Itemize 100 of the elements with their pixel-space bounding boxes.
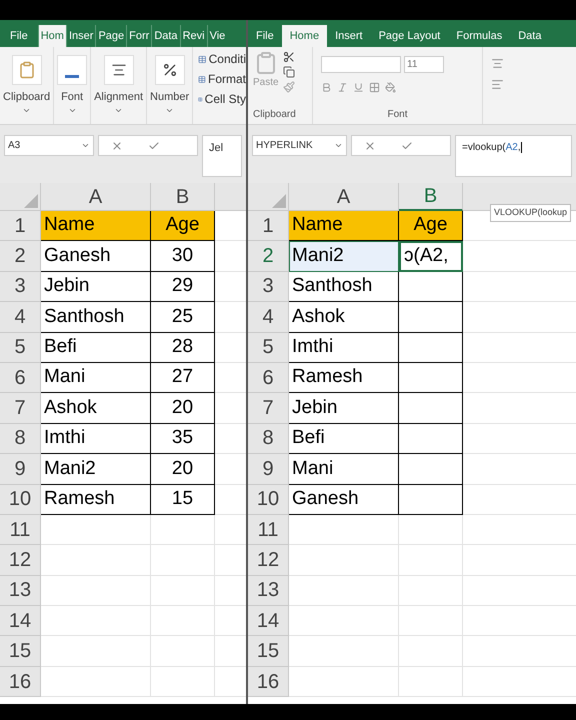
borders-icon[interactable]	[369, 82, 380, 93]
percent-icon[interactable]	[154, 55, 185, 85]
fill-color-icon[interactable]	[385, 82, 396, 93]
underline-icon[interactable]	[353, 82, 364, 93]
ribbon-tab[interactable]: File	[248, 25, 282, 47]
scissors-icon[interactable]	[282, 51, 295, 63]
table-cell: 28	[151, 332, 215, 363]
row-header[interactable]: 10	[0, 484, 41, 515]
align-icon[interactable]	[491, 78, 504, 91]
row-header[interactable]: 2	[248, 241, 289, 272]
table-cell: Imthi	[289, 332, 399, 363]
row-header[interactable]: 10	[248, 484, 289, 515]
style-command[interactable]: Cell Sty	[204, 90, 246, 108]
italic-icon[interactable]	[337, 82, 348, 93]
row-header[interactable]: 8	[248, 424, 289, 454]
empty-cell	[399, 576, 463, 606]
enter-icon[interactable]	[400, 140, 413, 152]
group-label[interactable]: Font	[61, 89, 84, 106]
row-header[interactable]: 7	[0, 393, 41, 424]
corner-triangle-icon[interactable]	[24, 194, 38, 208]
row-header[interactable]: 7	[248, 393, 289, 424]
ribbon-tab[interactable]: Formulas	[448, 25, 510, 47]
column-header[interactable]: B	[399, 183, 463, 211]
row-header[interactable]: 12	[0, 545, 41, 576]
font-name-field[interactable]	[321, 56, 401, 73]
select-all-corner[interactable]	[0, 183, 41, 211]
table-cell: Jebin	[41, 272, 151, 302]
row-header[interactable]: 14	[248, 606, 289, 636]
empty-cell	[151, 545, 215, 576]
table-cell: 29	[151, 272, 215, 302]
row-header[interactable]: 11	[0, 514, 41, 546]
name-box[interactable]: A3	[4, 135, 94, 156]
row-header[interactable]: 5	[248, 332, 289, 363]
table-cell: Mani2	[41, 454, 151, 485]
empty-cell	[151, 606, 215, 636]
table-cell: Name	[289, 211, 399, 242]
style-command[interactable]: Format	[208, 70, 246, 88]
formula-field[interactable]: Jel	[202, 135, 242, 177]
row-header[interactable]: 5	[0, 332, 41, 363]
align-icon[interactable]	[104, 55, 134, 85]
table-cell: Befi	[289, 424, 399, 454]
ribbon-tab[interactable]: Data	[510, 25, 550, 47]
table-cell: 15	[151, 484, 215, 515]
ribbon-tab[interactable]: Page Layout	[370, 25, 448, 47]
table-cell: Ganesh	[289, 484, 399, 515]
table-cell: Mani	[289, 454, 399, 485]
row-header[interactable]: 1	[248, 211, 289, 242]
column-header[interactable]: A	[289, 183, 399, 211]
cancel-icon[interactable]	[364, 140, 376, 152]
row-header[interactable]: 6	[0, 362, 41, 394]
row-header[interactable]: 15	[248, 636, 289, 667]
row-header[interactable]: 4	[0, 302, 41, 333]
ribbon-tab[interactable]: Insert	[327, 25, 371, 47]
row-header[interactable]: 6	[248, 362, 289, 394]
row-header[interactable]: 4	[248, 302, 289, 333]
font-size-field[interactable]: 11	[404, 56, 444, 73]
select-all-corner[interactable]	[248, 183, 289, 211]
row-header[interactable]: 3	[248, 272, 289, 302]
column-header[interactable]: A	[41, 183, 151, 211]
style-command[interactable]: Conditi	[208, 50, 246, 68]
group-label[interactable]: Alignment	[94, 89, 144, 106]
row-header[interactable]: 11	[248, 514, 289, 546]
row-header[interactable]: 16	[0, 666, 41, 698]
ribbon-tab[interactable]: Hom	[38, 25, 66, 47]
empty-cell	[399, 514, 463, 546]
align-icon[interactable]	[491, 57, 504, 70]
row-header[interactable]: 9	[248, 454, 289, 485]
row-header[interactable]: 14	[0, 606, 41, 636]
enter-icon[interactable]	[148, 140, 160, 152]
formula-field[interactable]: =vlookup(A2,	[455, 135, 572, 177]
group-label[interactable]: Number	[150, 89, 190, 106]
ribbon-tab[interactable]: Home	[282, 25, 328, 47]
row-header[interactable]: 16	[248, 666, 289, 698]
table-cell: Santhosh	[289, 272, 399, 302]
table-cell: Imthi	[41, 424, 151, 454]
table-cell: Jebin	[289, 393, 399, 424]
row-header[interactable]: 2	[0, 241, 41, 272]
row-header[interactable]: 8	[0, 424, 41, 454]
row-header[interactable]: 13	[248, 576, 289, 606]
row-header[interactable]: 12	[248, 545, 289, 576]
table-cell: Name	[41, 211, 151, 242]
name-box[interactable]: HYPERLINK	[252, 135, 347, 156]
column-header[interactable]: B	[151, 183, 215, 211]
group-label[interactable]: Clipboard	[3, 89, 50, 106]
copy-icon[interactable]	[282, 66, 295, 78]
row-header[interactable]: 9	[0, 454, 41, 485]
empty-cell	[399, 484, 463, 515]
cancel-icon[interactable]	[111, 140, 124, 152]
row-header[interactable]: 3	[0, 272, 41, 302]
empty-cell	[399, 545, 463, 576]
row-header[interactable]: 15	[0, 636, 41, 667]
corner-triangle-icon[interactable]	[272, 194, 286, 208]
row-header[interactable]: 1	[0, 211, 41, 242]
clipboard-icon[interactable]	[12, 55, 42, 85]
table-cell: 27	[151, 362, 215, 394]
row-header[interactable]: 13	[0, 576, 41, 606]
column-header[interactable]	[215, 183, 246, 211]
ribbon-tab[interactable]: File	[0, 25, 38, 47]
bold-icon[interactable]	[321, 82, 332, 93]
font-color-icon[interactable]	[57, 55, 88, 85]
